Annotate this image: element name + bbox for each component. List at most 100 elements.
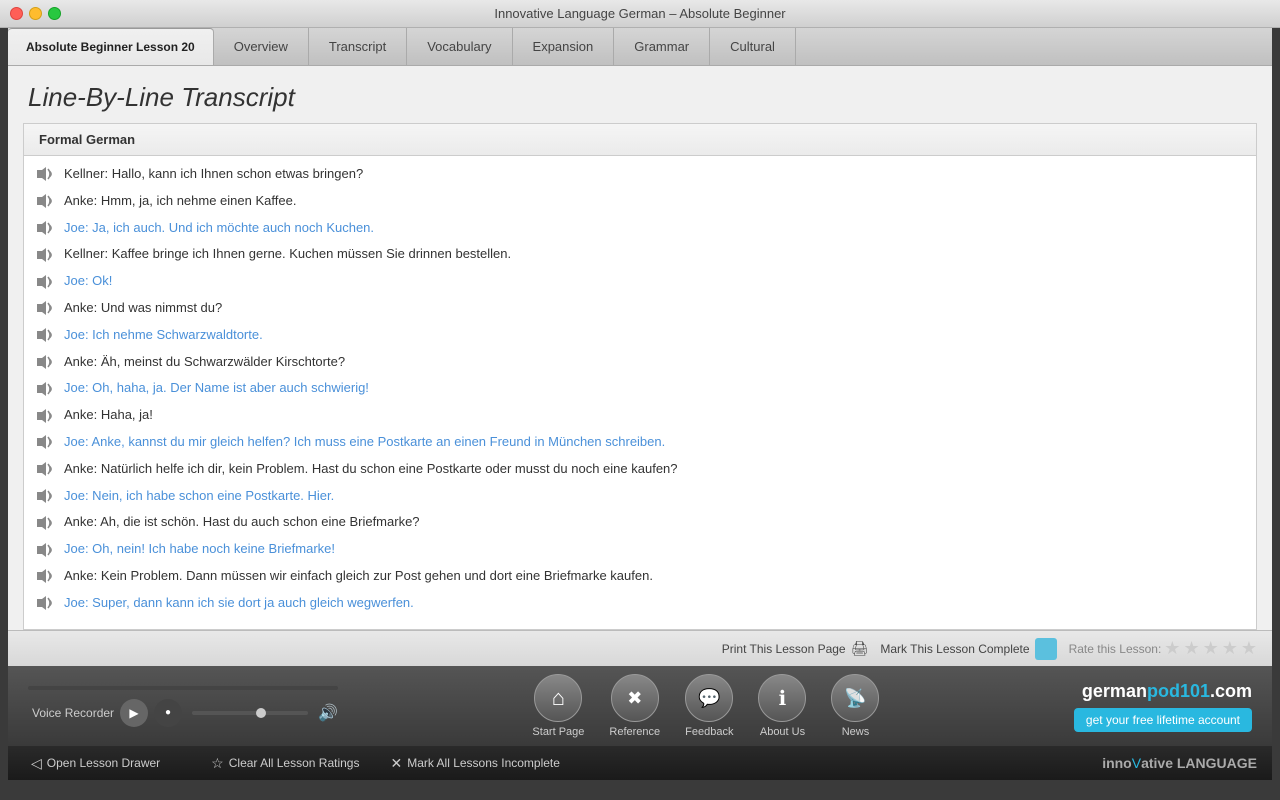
volume-knob (256, 708, 266, 718)
news-icon: 📡 (831, 674, 879, 722)
line-text: Joe: Oh, haha, ja. Der Name ist aber auc… (64, 378, 369, 399)
transcript-line[interactable]: Joe: Anke, kannst du mir gleich helfen? … (24, 429, 1256, 456)
star-3[interactable]: ★ (1203, 638, 1219, 659)
line-text: Joe: Anke, kannst du mir gleich helfen? … (64, 432, 665, 453)
line-text: Anke: Haha, ja! (64, 405, 153, 426)
mark-incomplete-label: Mark All Lessons Incomplete (407, 756, 560, 770)
feedback-label: Feedback (685, 726, 733, 738)
mark-incomplete-button[interactable]: ✕ Mark All Lessons Incomplete (382, 755, 567, 772)
audio-icon[interactable] (34, 567, 56, 585)
germanpod-name: germanpod101.com (1082, 681, 1252, 702)
play-button[interactable]: ▶ (120, 699, 148, 727)
audio-icon[interactable] (34, 594, 56, 612)
audio-icon[interactable] (34, 460, 56, 478)
page-title: Line-By-Line Transcript (8, 66, 1272, 123)
nav-reference[interactable]: ✖ Reference (609, 674, 660, 738)
print-label: Print This Lesson Page (722, 642, 846, 656)
transcript-line[interactable]: Joe: Oh, nein! Ich habe noch keine Brief… (24, 536, 1256, 563)
audio-icon[interactable] (34, 433, 56, 451)
footer-logo: innoVative LANGUAGE (1102, 755, 1257, 771)
line-text: Joe: Super, dann kann ich sie dort ja au… (64, 593, 414, 614)
transcript-line[interactable]: Anke: Hmm, ja, ich nehme einen Kaffee. (24, 188, 1256, 215)
tab-active-lesson[interactable]: Absolute Beginner Lesson 20 (8, 28, 214, 65)
clear-ratings-button[interactable]: ☆ Clear All Lesson Ratings (203, 755, 367, 772)
nav-news[interactable]: 📡 News (831, 674, 879, 738)
audio-icon[interactable] (34, 487, 56, 505)
nav-feedback[interactable]: 💬 Feedback (685, 674, 733, 738)
tab-overview[interactable]: Overview (214, 28, 309, 65)
stop-button[interactable]: ● (154, 699, 182, 727)
main-container: Absolute Beginner Lesson 20 Overview Tra… (8, 28, 1272, 780)
line-text: Joe: Ok! (64, 271, 112, 292)
audio-icon[interactable] (34, 299, 56, 317)
mark-complete-button[interactable]: Mark This Lesson Complete (880, 638, 1056, 660)
nav-start-page[interactable]: ⌂ Start Page (532, 674, 584, 738)
transcript-container: Formal German Kellner: Hallo, kann ich I… (23, 123, 1257, 630)
transcript-line[interactable]: Kellner: Kaffee bringe ich Ihnen gerne. … (24, 241, 1256, 268)
tab-expansion[interactable]: Expansion (513, 28, 615, 65)
transcript-line[interactable]: Joe: Oh, haha, ja. Der Name ist aber auc… (24, 375, 1256, 402)
audio-icon[interactable] (34, 514, 56, 532)
transcript-line[interactable]: Anke: Äh, meinst du Schwarzwälder Kirsch… (24, 349, 1256, 376)
audio-icon[interactable] (34, 192, 56, 210)
tab-transcript[interactable]: Transcript (309, 28, 407, 65)
open-drawer-button[interactable]: ◁ Open Lesson Drawer (23, 755, 168, 772)
star-2[interactable]: ★ (1183, 638, 1199, 659)
audio-icon[interactable] (34, 246, 56, 264)
line-text: Joe: Ja, ich auch. Und ich möchte auch n… (64, 218, 374, 239)
tab-cultural[interactable]: Cultural (710, 28, 796, 65)
transcript-lines[interactable]: Kellner: Hallo, kann ich Ihnen schon etw… (24, 156, 1256, 629)
audio-icon[interactable] (34, 326, 56, 344)
line-text: Kellner: Kaffee bringe ich Ihnen gerne. … (64, 244, 511, 265)
nav-bar: Voice Recorder ▶ ● 🔊 ⌂ Start Page ✖ Refe… (8, 666, 1272, 746)
transcript-line[interactable]: Anke: Natürlich helfe ich dir, kein Prob… (24, 456, 1256, 483)
print-button[interactable]: Print This Lesson Page 🖨 (722, 640, 869, 657)
transcript-header: Formal German (24, 124, 1256, 156)
line-text: Anke: Natürlich helfe ich dir, kein Prob… (64, 459, 678, 480)
transcript-line[interactable]: Joe: Ja, ich auch. Und ich möchte auch n… (24, 215, 1256, 242)
transcript-line[interactable]: Anke: Kein Problem. Dann müssen wir einf… (24, 563, 1256, 590)
transcript-line[interactable]: Anke: Haha, ja! (24, 402, 1256, 429)
germanpod-cta-button[interactable]: get your free lifetime account (1074, 708, 1252, 732)
line-text: Anke: Und was nimmst du? (64, 298, 222, 319)
line-text: Kellner: Hallo, kann ich Ihnen schon etw… (64, 164, 363, 185)
transcript-line[interactable]: Joe: Super, dann kann ich sie dort ja au… (24, 590, 1256, 617)
star-4[interactable]: ★ (1222, 638, 1238, 659)
about-us-icon: ℹ (758, 674, 806, 722)
tab-vocabulary[interactable]: Vocabulary (407, 28, 512, 65)
tab-grammar[interactable]: Grammar (614, 28, 710, 65)
audio-icon[interactable] (34, 541, 56, 559)
audio-icon[interactable] (34, 407, 56, 425)
reference-icon: ✖ (611, 674, 659, 722)
transcript-line[interactable]: Anke: Und was nimmst du? (24, 295, 1256, 322)
volume-slider[interactable] (192, 711, 308, 715)
audio-icon[interactable] (34, 353, 56, 371)
tab-bar: Absolute Beginner Lesson 20 Overview Tra… (8, 28, 1272, 66)
audio-icon[interactable] (34, 380, 56, 398)
maximize-button[interactable] (48, 7, 61, 20)
transcript-line[interactable]: Joe: Nein, ich habe schon eine Postkarte… (24, 483, 1256, 510)
recorder-controls: Voice Recorder ▶ ● 🔊 (28, 699, 338, 727)
transcript-line[interactable]: Joe: Ok! (24, 268, 1256, 295)
close-button[interactable] (10, 7, 23, 20)
audio-icon[interactable] (34, 219, 56, 237)
transcript-line[interactable]: Joe: Ich nehme Schwarzwaldtorte. (24, 322, 1256, 349)
open-drawer-label: Open Lesson Drawer (47, 756, 160, 770)
window-controls (10, 7, 61, 20)
transcript-line[interactable]: Anke: Ah, die ist schön. Hast du auch sc… (24, 509, 1256, 536)
minimize-button[interactable] (29, 7, 42, 20)
transcript-line[interactable]: Kellner: Hallo, kann ich Ihnen schon etw… (24, 161, 1256, 188)
start-page-icon: ⌂ (534, 674, 582, 722)
mark-complete-label: Mark This Lesson Complete (880, 642, 1029, 656)
star-5[interactable]: ★ (1241, 638, 1257, 659)
star-rating: Rate this Lesson: ★ ★ ★ ★ ★ (1069, 638, 1257, 659)
x-icon: ✕ (390, 755, 402, 772)
nav-about-us[interactable]: ℹ About Us (758, 674, 806, 738)
germanpod-logo: germanpod101.com get your free lifetime … (1074, 681, 1252, 732)
audio-icon[interactable] (34, 165, 56, 183)
audio-icon[interactable] (34, 273, 56, 291)
rate-label: Rate this Lesson: (1069, 642, 1162, 656)
star-1[interactable]: ★ (1164, 638, 1180, 659)
line-text: Joe: Oh, nein! Ich habe noch keine Brief… (64, 539, 335, 560)
start-page-label: Start Page (532, 726, 584, 738)
